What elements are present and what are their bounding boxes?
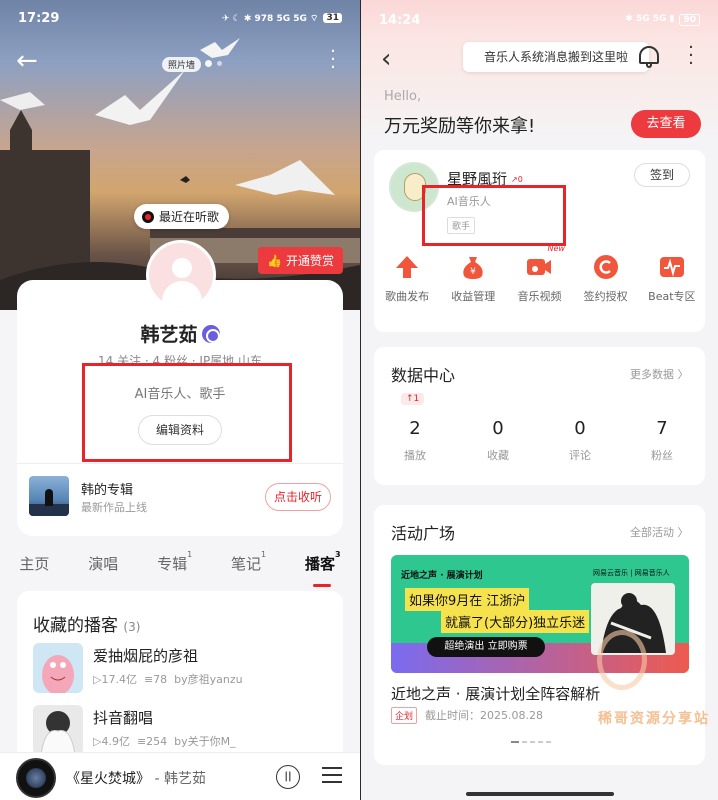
playlist-icon[interactable] — [322, 767, 342, 785]
func-music-video[interactable]: New 音乐视频 — [509, 244, 569, 314]
photo-wall-tag[interactable]: 照片墙 — [162, 57, 202, 72]
tab-sing[interactable]: 演唱 — [88, 553, 118, 581]
watermark-text: 稀哥资源分享站 — [598, 711, 710, 727]
func-revenue[interactable]: ¥ 收益管理 — [443, 250, 503, 314]
album-cover[interactable] — [29, 476, 69, 516]
divider — [17, 463, 343, 464]
battery-icon: 31 — [323, 13, 342, 23]
recently-listening-bubble[interactable]: 最近在听歌 — [134, 204, 230, 229]
record-icon — [142, 210, 154, 223]
func-beat-zone[interactable]: Beat专区 — [642, 250, 702, 314]
listen-now-button[interactable]: 点击收听 — [265, 483, 331, 511]
more-vertical-icon[interactable]: · · · — [326, 43, 340, 77]
profile-tabs: 主页 演唱 专辑1 笔记1 播客3 — [0, 550, 360, 587]
watermark-logo — [597, 630, 647, 690]
vip-badge-icon[interactable] — [201, 325, 220, 343]
buy-ticket-button[interactable]: 超绝演出 立即购票 — [427, 637, 545, 657]
activity-name[interactable]: 近地之声 · 展演计划全阵容解析 — [391, 683, 600, 704]
all-activities-link[interactable]: 全部活动 〉 — [630, 524, 689, 540]
mini-player[interactable]: 《星火焚城》 - 韩艺茹 || — [0, 752, 360, 800]
tab-notes[interactable]: 笔记1 — [231, 550, 266, 581]
now-playing-title[interactable]: 《星火焚城》 - 韩艺茹 — [66, 768, 206, 788]
stat-plays[interactable]: 2 播放 — [385, 418, 445, 463]
status-icons: ✱ 5G 5G ▮ 90 — [625, 14, 700, 26]
func-contract[interactable]: 签约授权 — [576, 250, 636, 314]
stat-favorites[interactable]: 0 收藏 — [468, 418, 528, 463]
list-item[interactable]: 抖音翻唱 ▷4.9亿 ≡254 by关于你M_ — [33, 705, 333, 757]
subscribe-label: 开通赞赏 — [285, 254, 334, 268]
banner-line-1: 如果你9月在 江浙沪 — [405, 588, 530, 611]
activity-deadline: 截止时间：2025.08.28 — [425, 709, 543, 722]
thumbs-up-icon: 👍 — [267, 253, 282, 268]
podcast-cover — [33, 643, 83, 693]
back-arrow-icon[interactable]: ← — [16, 48, 38, 74]
beat-wave-icon — [659, 254, 685, 280]
bell-icon[interactable] — [637, 44, 661, 70]
reward-headline: 万元奖励等你来拿! — [384, 116, 536, 137]
func-song-publish[interactable]: 歌曲发布 — [377, 250, 437, 314]
vinyl-disc-icon[interactable] — [16, 758, 56, 798]
check-in-button[interactable]: 签到 — [634, 163, 690, 187]
activity-tag: 企划 — [391, 707, 418, 724]
recently-listening-label: 最近在听歌 — [159, 210, 220, 224]
contract-c-icon — [593, 254, 619, 280]
podcast-name: 抖音翻唱 — [93, 709, 154, 727]
status-bar: 17:29 ✈ ☾ ✱ 978 5G 5G ⌔ 31 — [0, 0, 360, 36]
status-time: 17:29 — [18, 10, 60, 26]
album-title[interactable]: 韩的专辑 — [81, 479, 133, 498]
tab-album[interactable]: 专辑1 — [157, 550, 192, 581]
podcast-cover — [33, 705, 83, 755]
tab-podcast[interactable]: 播客3 — [305, 550, 341, 587]
signal-icons: ✈ ☾ ✱ 978 5G 5G ⌔ — [221, 13, 319, 24]
podcast-name: 爱抽烟屁的彦祖 — [93, 647, 199, 665]
status-icons: ✈ ☾ ✱ 978 5G 5G ⌔ 31 — [222, 13, 342, 24]
greeting: Hello, — [384, 89, 422, 104]
profile-screen: 17:29 ✈ ☾ ✱ 978 5G 5G ⌔ 31 ← 照片墙 · · · 最近在… — [0, 0, 360, 800]
level-badge-icon: ↗0 — [511, 175, 523, 184]
more-vertical-icon[interactable]: · · · — [685, 39, 697, 73]
carousel-dots — [205, 60, 222, 67]
highlight-annotation-box — [82, 363, 292, 462]
play-delta-badge: ↑1 — [401, 393, 425, 405]
stat-fans[interactable]: 7 粉丝 — [632, 418, 692, 463]
podcast-meta: ▷4.9亿 ≡254 by关于你M_ — [93, 735, 236, 748]
battery-icon: 90 — [679, 14, 700, 26]
list-item[interactable]: 爱抽烟屁的彦祖 ▷17.4亿 ≡78 by彦祖yanzu — [33, 643, 333, 695]
svg-text:¥: ¥ — [470, 267, 476, 277]
tracks-icon: ≡ — [136, 735, 147, 748]
pause-icon[interactable]: || — [276, 765, 300, 789]
money-bag-icon: ¥ — [460, 254, 486, 280]
system-notice-tooltip[interactable]: 音乐人系统消息搬到这里啦 — [463, 42, 649, 72]
data-center-title: 数据中心 — [391, 366, 456, 385]
user-name-row: 韩艺茹 — [0, 320, 360, 347]
subscribe-appreciation-button[interactable]: 👍 开通赞赏 — [258, 247, 343, 274]
more-data-link[interactable]: 更多数据 〉 — [630, 366, 689, 382]
musician-center-screen: 14:24 ✱ 5G 5G ▮ 90 ‹ 音乐人系统消息搬到这里啦 · · · Hel… — [361, 0, 718, 800]
upload-arrow-icon — [394, 254, 420, 280]
function-grid: 歌曲发布 ¥ 收益管理 New 音乐视频 签约授权 Beat专区 — [374, 244, 705, 314]
home-indicator[interactable] — [466, 792, 614, 796]
podcast-section-title: 收藏的播客 (3) — [33, 616, 141, 636]
highlight-annotation-box — [422, 185, 566, 246]
user-name: 韩艺茹 — [140, 324, 198, 346]
avatar[interactable] — [146, 240, 216, 310]
podcast-meta: ▷17.4亿 ≡78 by彦祖yanzu — [93, 673, 243, 686]
status-time: 14:24 — [379, 12, 421, 28]
banner-page-dots — [511, 741, 551, 743]
banner-title: 近地之声 · 展演计划 — [401, 571, 483, 581]
back-chevron-icon[interactable]: ‹ — [381, 44, 391, 74]
video-camera-icon — [526, 254, 552, 280]
view-reward-button[interactable]: 去查看 — [631, 110, 701, 138]
status-bar: 14:24 ✱ 5G 5G ▮ 90 — [361, 0, 718, 40]
activity-title: 活动广场 — [391, 524, 456, 543]
new-badge: New — [547, 244, 565, 253]
album-subtitle: 最新作品上线 — [81, 501, 147, 514]
stat-comments[interactable]: 0 评论 — [550, 418, 610, 463]
signal-icons: ✱ 5G 5G ▮ — [625, 14, 675, 24]
tracks-icon: ≡ — [143, 673, 154, 686]
tab-home[interactable]: 主页 — [19, 553, 49, 581]
banner-logos: 网易云音乐 | 网易音乐人 — [593, 569, 670, 577]
banner-line-2: 就赢了(大部分)独立乐迷 — [441, 610, 590, 633]
